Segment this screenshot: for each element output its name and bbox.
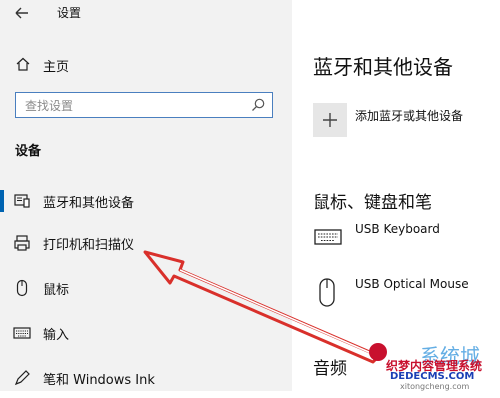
back-arrow-icon (15, 7, 28, 19)
keyboard-icon (314, 229, 342, 245)
sidebar-item-printers[interactable]: 打印机和扫描仪 (0, 223, 292, 263)
device-usb-keyboard[interactable]: USB Keyboard (313, 222, 500, 262)
section-audio-title: 音频 (313, 359, 347, 379)
main-pane: 蓝牙和其他设备 添加蓝牙或其他设备 鼠标、键盘和笔 USB Keyboard U… (292, 0, 500, 391)
home-label: 主页 (43, 60, 70, 75)
bluetooth-devices-icon (14, 194, 30, 208)
mouse-icon (319, 278, 335, 307)
back-button[interactable] (8, 2, 34, 24)
watermark-text: xitongcheng.com (400, 382, 470, 391)
printer-icon (14, 235, 30, 251)
sidebar-item-label: 输入 (43, 328, 70, 343)
sidebar-item-label: 鼠标 (43, 283, 70, 298)
window-title: 设置 (57, 6, 82, 20)
sidebar-item-label: 打印机和扫描仪 (43, 238, 135, 253)
selected-indicator (0, 190, 4, 212)
sidebar-item-label: 笔和 Windows Ink (43, 373, 155, 388)
page-title: 蓝牙和其他设备 (313, 55, 453, 79)
sidebar: 设置 主页 查找设置 设备 蓝牙和其他设备 打印机和扫描仪 鼠标 输入 笔和 W… (0, 0, 292, 391)
search-icon (252, 98, 265, 111)
add-device-label: 添加蓝牙或其他设备 (355, 109, 464, 123)
settings-search-input[interactable]: 查找设置 (15, 92, 273, 118)
sidebar-item-label: 蓝牙和其他设备 (43, 196, 135, 211)
device-usb-mouse[interactable]: USB Optical Mouse (313, 277, 500, 317)
sidebar-item-bluetooth[interactable]: 蓝牙和其他设备 (0, 181, 292, 221)
pen-icon (14, 370, 30, 386)
sidebar-item-pen[interactable]: 笔和 Windows Ink (0, 358, 292, 398)
device-name: USB Optical Mouse (355, 277, 469, 291)
mouse-icon (16, 279, 28, 297)
section-title: 设备 (15, 144, 42, 159)
section-input-title: 鼠标、键盘和笔 (313, 193, 432, 213)
add-device-button[interactable]: 添加蓝牙或其他设备 (313, 103, 493, 137)
home-icon (16, 57, 30, 71)
sidebar-item-typing[interactable]: 输入 (0, 313, 292, 353)
device-name: USB Keyboard (355, 222, 440, 236)
search-placeholder: 查找设置 (25, 99, 74, 113)
watermark-text: DEDECMS.COM (390, 371, 475, 382)
home-nav-item[interactable]: 主页 (0, 50, 292, 78)
plus-icon (323, 113, 337, 127)
sidebar-item-mouse[interactable]: 鼠标 (0, 268, 292, 308)
keyboard-icon (13, 327, 31, 339)
add-icon-box (313, 103, 347, 137)
